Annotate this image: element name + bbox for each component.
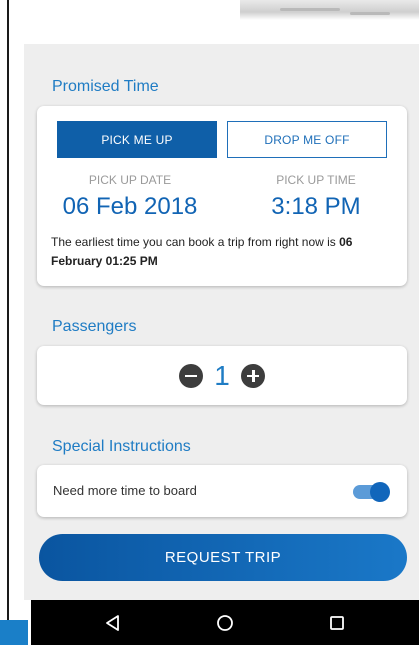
pick-up-date-value[interactable]: 06 Feb 2018 — [45, 193, 215, 221]
toggle-knob — [370, 482, 390, 502]
recents-square-icon[interactable] — [323, 609, 351, 637]
pick-up-date-label: PICK UP DATE — [88, 173, 172, 187]
left-border — [7, 0, 9, 645]
pick-me-up-button[interactable]: PICK ME UP — [57, 121, 217, 158]
back-triangle-icon[interactable] — [99, 609, 127, 637]
image-streak — [350, 12, 390, 15]
more-time-toggle[interactable] — [353, 482, 390, 502]
pick-up-time-value[interactable]: 3:18 PM — [231, 193, 401, 221]
home-circle-icon[interactable] — [211, 609, 239, 637]
image-streak — [280, 8, 340, 11]
notice-text: The earliest time you can book a trip fr… — [51, 235, 340, 249]
passenger-stepper: 1 — [37, 346, 407, 405]
android-nav-bar — [31, 600, 419, 645]
more-time-label: Need more time to board — [53, 483, 197, 498]
drop-me-off-button[interactable]: DROP ME OFF — [227, 121, 387, 158]
plus-circle-icon[interactable] — [241, 363, 265, 388]
earliest-time-notice: The earliest time you can book a trip fr… — [51, 233, 401, 271]
promised-time-title: Promised Time — [52, 78, 159, 95]
special-instructions-card: Need more time to board — [37, 465, 407, 517]
pick-up-time-label: PICK UP TIME — [276, 173, 356, 187]
left-accent-bar — [0, 620, 28, 645]
request-trip-button[interactable]: REQUEST TRIP — [39, 534, 407, 581]
minus-circle-icon[interactable] — [179, 363, 203, 388]
passengers-title: Passengers — [52, 318, 137, 335]
booking-screen: Promised Time PICK ME UP DROP ME OFF PIC… — [24, 44, 419, 600]
passengers-card: 1 — [37, 346, 407, 405]
passenger-count: 1 — [214, 359, 230, 391]
promised-time-card: PICK ME UP DROP ME OFF PICK UP DATE 06 F… — [37, 106, 407, 286]
header-image-fragment — [240, 0, 419, 20]
special-instructions-title: Special Instructions — [52, 438, 191, 455]
